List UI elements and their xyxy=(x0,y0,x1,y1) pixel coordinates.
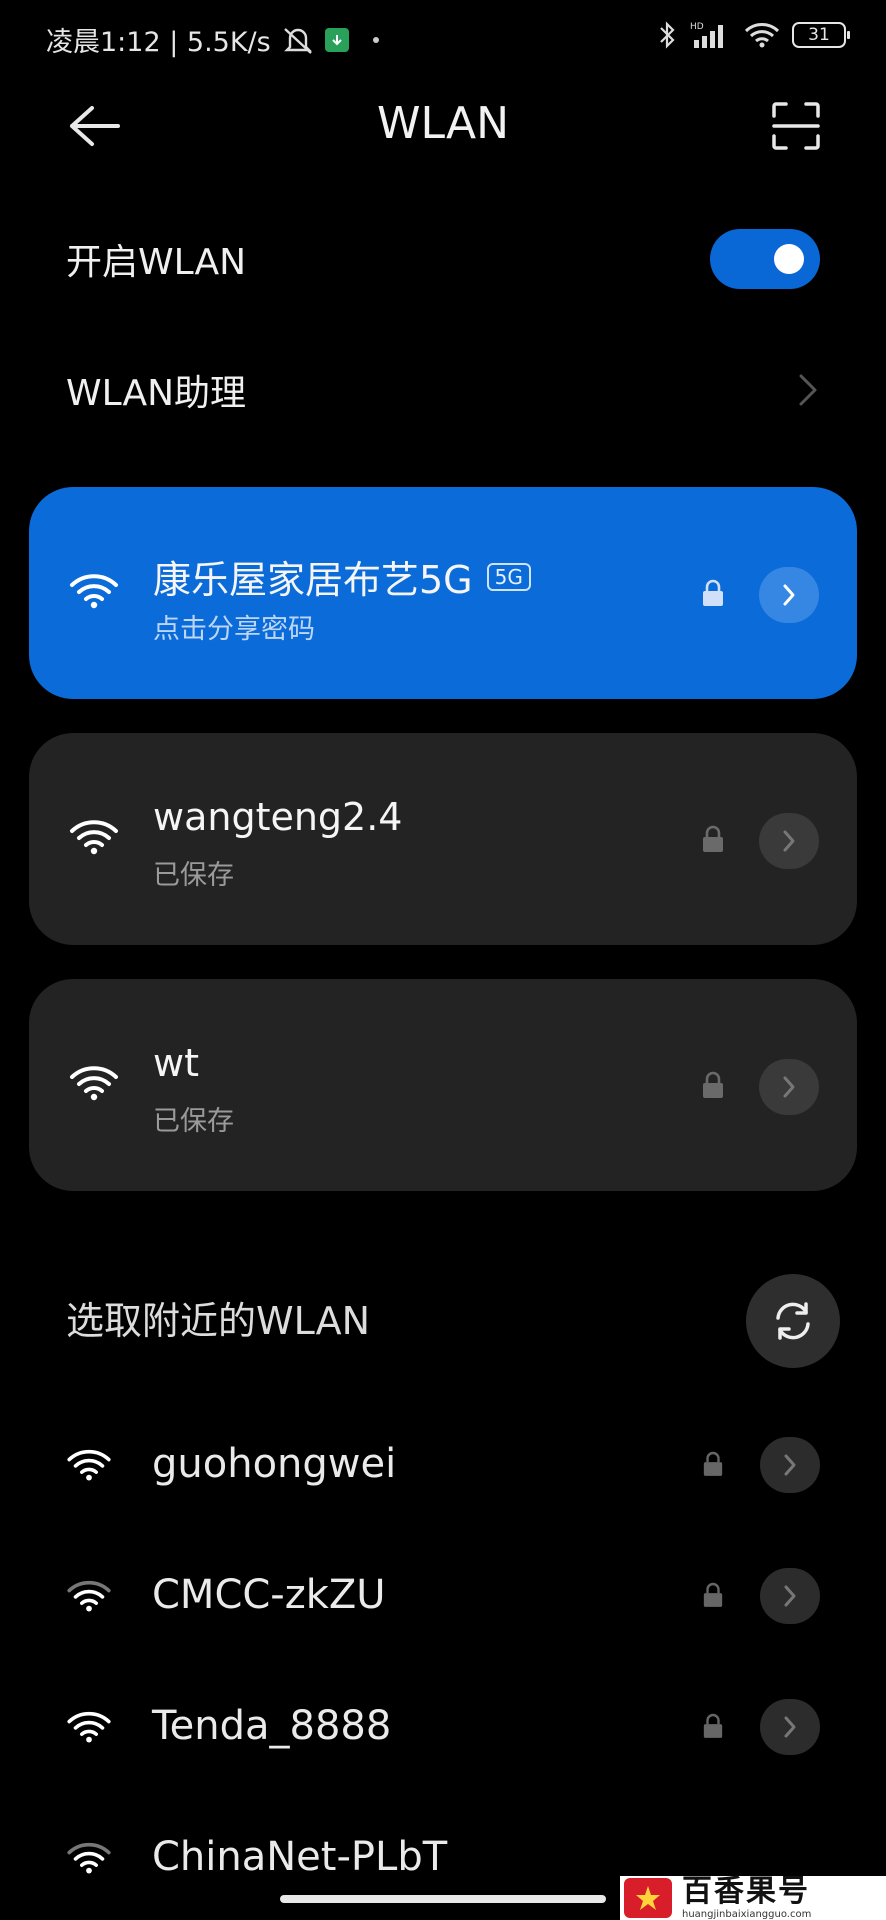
wifi-signal-icon xyxy=(70,574,118,609)
refresh-button[interactable] xyxy=(746,1274,840,1368)
toggle-knob xyxy=(774,244,804,274)
wifi-signal-icon xyxy=(67,1842,111,1874)
scan-qr-button[interactable] xyxy=(772,102,820,150)
network-name: CMCC-zkZU xyxy=(152,1572,386,1618)
refresh-icon xyxy=(776,1302,810,1340)
wifi-signal-icon xyxy=(67,1580,111,1612)
battery-icon: 31 xyxy=(792,22,850,48)
page-title: WLAN xyxy=(376,98,510,149)
lock-icon xyxy=(703,1582,723,1607)
wlan-assistant-label: WLAN助理 xyxy=(66,373,247,414)
saved-network-card[interactable]: wangteng2.4 已保存 xyxy=(29,733,857,945)
network-name-row: 康乐屋家居布艺5G 5G xyxy=(153,549,531,604)
watermark: 百香果号 huangjinbaixiangguo.com xyxy=(620,1876,886,1920)
band-badge: 5G xyxy=(486,562,531,591)
saved-network-card[interactable]: 康乐屋家居布艺5G 5G 点击分享密码 xyxy=(29,487,857,699)
saved-network-card[interactable]: wt 已保存 xyxy=(29,979,857,1191)
network-status: 点击分享密码 xyxy=(153,614,315,645)
bluetooth-icon xyxy=(660,21,675,49)
chevron-right-icon xyxy=(799,374,817,406)
cellular-signal-icon: HD xyxy=(690,22,723,48)
enable-wlan-label: 开启WLAN xyxy=(66,242,247,283)
chevron-right-icon xyxy=(784,1585,796,1607)
network-name-row: wt xyxy=(153,1041,199,1085)
home-indicator[interactable] xyxy=(280,1895,606,1903)
wifi-signal-icon xyxy=(70,820,118,855)
watermark-text: 百香果号 huangjinbaixiangguo.com xyxy=(682,1873,812,1920)
lock-icon xyxy=(703,579,723,606)
chevron-right-icon xyxy=(784,1454,796,1476)
network-details-button[interactable] xyxy=(759,1059,819,1115)
nearby-network-item[interactable]: Tenda_8888 xyxy=(0,1677,886,1777)
network-details-button[interactable] xyxy=(760,1437,820,1493)
mute-icon xyxy=(283,27,312,54)
wifi-signal-icon xyxy=(67,1449,111,1481)
network-name: wangteng2.4 xyxy=(153,795,403,839)
network-details-button[interactable] xyxy=(759,813,819,869)
lock-icon xyxy=(703,1713,723,1738)
status-right: HD 31 xyxy=(658,20,850,50)
wifi-signal-icon xyxy=(67,1711,111,1743)
notification-dot-icon xyxy=(372,36,379,43)
chevron-right-icon xyxy=(784,1716,796,1738)
network-name: ChinaNet-PLbT xyxy=(152,1834,448,1880)
nearby-heading: 选取附近的WLAN xyxy=(66,1299,371,1343)
lock-icon xyxy=(703,1451,723,1476)
network-details-button[interactable] xyxy=(760,1699,820,1755)
nearby-network-item[interactable]: guohongwei xyxy=(0,1415,886,1515)
wlan-toggle[interactable] xyxy=(710,229,820,289)
chevron-right-icon xyxy=(783,584,795,606)
network-status: 已保存 xyxy=(153,860,234,891)
header: WLAN xyxy=(0,90,886,162)
watermark-url: huangjinbaixiangguo.com xyxy=(682,1908,812,1920)
enable-wlan-row[interactable]: 开启WLAN xyxy=(66,219,820,299)
status-bar: 凌晨1:12 | 5.5K/s HD 31 xyxy=(0,0,886,74)
network-status: 已保存 xyxy=(153,1106,234,1137)
wlan-assistant-row[interactable]: WLAN助理 xyxy=(66,350,820,430)
status-time: 凌晨1:12 | 5.5K/s xyxy=(46,27,271,58)
battery-level: 31 xyxy=(808,25,830,45)
chevron-right-icon xyxy=(783,830,795,852)
network-details-button[interactable] xyxy=(760,1568,820,1624)
watermark-name: 百香果号 xyxy=(682,1873,810,1909)
network-name: wt xyxy=(153,1041,199,1085)
status-left: 凌晨1:12 | 5.5K/s xyxy=(46,20,379,59)
wifi-status-icon xyxy=(744,23,780,48)
network-details-button[interactable] xyxy=(759,567,819,623)
nearby-network-item[interactable]: CMCC-zkZU xyxy=(0,1546,886,1646)
network-name-row: wangteng2.4 xyxy=(153,795,403,839)
chevron-right-icon xyxy=(783,1076,795,1098)
network-name: Tenda_8888 xyxy=(152,1703,392,1749)
network-name: 康乐屋家居布艺5G xyxy=(153,558,473,602)
lock-icon xyxy=(703,1071,723,1098)
network-name: guohongwei xyxy=(152,1441,397,1487)
watermark-logo-icon xyxy=(624,1878,672,1918)
wifi-signal-icon xyxy=(70,1066,118,1101)
svg-text:HD: HD xyxy=(690,22,704,32)
lock-icon xyxy=(703,825,723,852)
download-icon xyxy=(324,27,349,52)
